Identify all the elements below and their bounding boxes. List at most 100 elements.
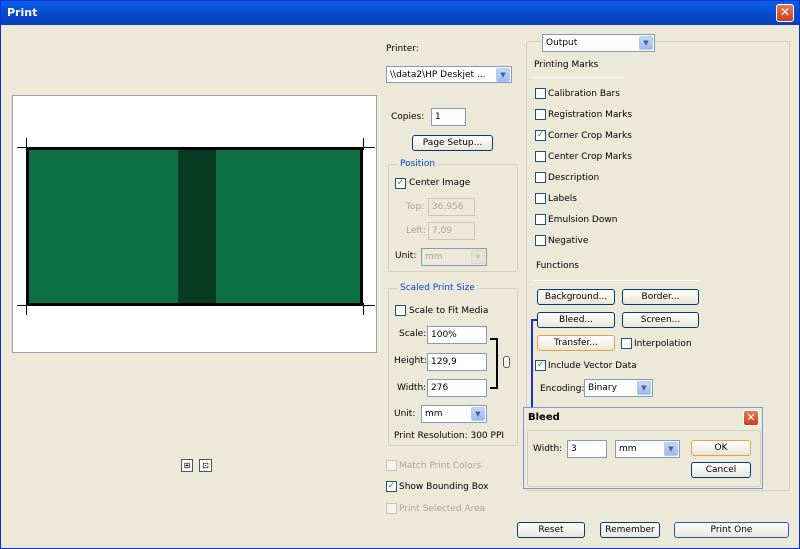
scale-to-fit-checkbox[interactable] (395, 305, 406, 316)
divider (534, 77, 624, 78)
registration-marks-checkbox[interactable] (535, 109, 546, 120)
crop-mark (363, 138, 364, 150)
scaled-unit-select[interactable]: mm ▼ (421, 405, 487, 423)
height-input[interactable]: 129,9 (427, 353, 487, 371)
emulsion-down-label: Emulsion Down (548, 215, 618, 225)
center-crop-marks-checkbox[interactable] (535, 151, 546, 162)
position-unit-value: mm (425, 252, 443, 262)
title-bar: Print ✕ (1, 1, 799, 25)
scaled-unit-value: mm (425, 409, 443, 419)
preview-image[interactable] (26, 147, 363, 306)
interpolation-label: Interpolation (634, 339, 692, 349)
bleed-width-input[interactable]: 3 (567, 440, 607, 458)
bleed-title-bar: Bleed ✕ (524, 408, 762, 428)
print-selected-area-checkbox[interactable] (386, 503, 397, 514)
match-print-colors-checkbox[interactable] (386, 460, 397, 471)
left-input[interactable]: 7,09 (428, 222, 475, 240)
zoom-icon[interactable]: ⊡ (199, 459, 212, 472)
labels-checkbox[interactable] (535, 193, 546, 204)
registration-marks-label: Registration Marks (548, 110, 633, 120)
cancel-button[interactable]: Cancel (691, 462, 751, 478)
bleed-body (527, 430, 761, 487)
reset-button[interactable]: Reset (517, 522, 585, 538)
top-label: Top: (406, 202, 425, 212)
emulsion-down-checkbox[interactable] (535, 214, 546, 225)
crop-mark (17, 305, 29, 306)
scale-label: Scale: (399, 329, 427, 339)
output-dropdown[interactable]: Output ▼ (542, 34, 655, 52)
scale-to-fit-label: Scale to Fit Media (409, 306, 489, 316)
scaled-unit-label: Unit: (394, 409, 416, 419)
calibration-bars-checkbox[interactable] (535, 88, 546, 99)
bleed-button[interactable]: Bleed... (537, 312, 615, 328)
center-crop-marks-label: Center Crop Marks (548, 152, 632, 162)
bleed-unit-value: mm (619, 444, 637, 454)
crop-mark (363, 147, 375, 148)
chevron-down-icon: ▼ (637, 381, 651, 395)
page-setup-button[interactable]: Page Setup... (412, 135, 493, 151)
border-button[interactable]: Border... (622, 289, 699, 305)
show-bounding-box-checkbox[interactable]: ✓ (386, 481, 397, 492)
unit-label: Unit: (395, 251, 417, 261)
encoding-select[interactable]: Binary ▼ (584, 379, 653, 397)
close-icon[interactable]: ✕ (743, 410, 759, 426)
top-input[interactable]: 36,956 (428, 198, 475, 216)
print-preview[interactable] (12, 95, 377, 353)
print-one-button[interactable]: Print One (674, 522, 789, 538)
negative-checkbox[interactable] (535, 235, 546, 246)
description-label: Description (548, 173, 600, 183)
interpolation-checkbox[interactable] (621, 338, 632, 349)
crop-mark (26, 303, 27, 315)
fit-icon[interactable]: ⊞ (181, 459, 193, 472)
height-label: Height: (394, 356, 427, 366)
scaled-legend: Scaled Print Size (397, 283, 478, 293)
ok-button[interactable]: OK (691, 440, 751, 456)
dialog-title: Print (7, 6, 38, 19)
crop-mark (26, 138, 27, 150)
output-dropdown-value: Output (546, 38, 578, 48)
corner-crop-marks-label: Corner Crop Marks (548, 131, 632, 141)
copies-input[interactable]: 1 (431, 108, 466, 126)
bleed-title: Bleed (528, 412, 560, 423)
crop-mark (363, 303, 364, 315)
include-vector-data-label: Include Vector Data (548, 361, 637, 371)
encoding-label: Encoding: (540, 384, 585, 394)
chevron-down-icon: ▼ (496, 68, 510, 82)
crop-mark (363, 305, 375, 306)
image-spine (178, 150, 216, 303)
show-bounding-box-label: Show Bounding Box (399, 482, 489, 492)
encoding-value: Binary (588, 383, 617, 393)
printing-marks-heading: Printing Marks (534, 60, 599, 70)
left-label: Left: (406, 226, 426, 236)
bleed-dialog: Bleed ✕ Width: 3 mm ▼ OK Cancel (523, 407, 763, 489)
print-dialog: Print ✕ ⊞ ⊡ Printer: \\data2\HP Deskjet … (0, 0, 800, 549)
bleed-width-label: Width: (533, 444, 563, 454)
link-icon[interactable] (503, 356, 510, 368)
center-image-checkbox[interactable]: ✓ (395, 178, 406, 189)
match-print-colors-label: Match Print Colors (399, 461, 482, 471)
scale-input[interactable]: 100% (427, 326, 487, 344)
background-button[interactable]: Background... (537, 289, 615, 305)
bleed-unit-select[interactable]: mm ▼ (615, 440, 680, 458)
description-checkbox[interactable] (535, 172, 546, 183)
transfer-button[interactable]: Transfer... (537, 335, 615, 351)
screen-button[interactable]: Screen... (622, 312, 699, 328)
chevron-down-icon: ▼ (471, 407, 485, 421)
annotation-connector (531, 319, 537, 415)
labels-label: Labels (548, 194, 577, 204)
functions-heading: Functions (536, 261, 579, 271)
chevron-down-icon: ▼ (639, 36, 653, 50)
divider (534, 280, 699, 281)
printer-value: \\data2\HP Deskjet ... (390, 70, 486, 80)
corner-crop-marks-checkbox[interactable]: ✓ (535, 130, 546, 141)
width-input[interactable]: 276 (427, 379, 487, 397)
remember-button[interactable]: Remember (600, 522, 660, 538)
print-resolution: Print Resolution: 300 PPI (394, 431, 505, 441)
position-unit-select[interactable]: mm ▼ (421, 248, 487, 266)
center-image-label: Center Image (409, 178, 471, 188)
close-icon[interactable]: ✕ (776, 4, 794, 22)
copies-label: Copies: (391, 112, 425, 122)
printer-select[interactable]: \\data2\HP Deskjet ... ▼ (386, 66, 512, 83)
chevron-down-icon: ▼ (471, 250, 485, 264)
crop-mark (17, 147, 29, 148)
